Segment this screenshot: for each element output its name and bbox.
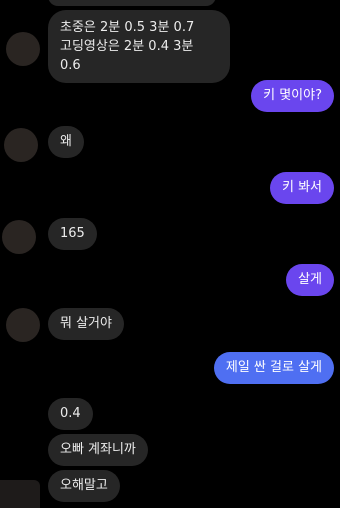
- message-text: 왜: [60, 134, 72, 149]
- message-bubble-incoming-partial: [48, 0, 216, 6]
- message-text: 165: [60, 226, 85, 241]
- message-bubble-outgoing: 키 봐서: [269, 172, 334, 204]
- message-bubble-incoming: 165: [48, 218, 97, 250]
- message-bubble-outgoing: 키 몇이야?: [251, 80, 334, 112]
- message-text: 키 봐서: [281, 180, 322, 195]
- message-bubble-outgoing: 제일 싼 걸로 살게: [213, 352, 334, 384]
- message-text: 제일 싼 걸로 살게: [225, 360, 322, 375]
- message-bubble-incoming: 초중은 2분 0.5 3분 0.7 고딩영상은 2분 0.4 3분 0.6: [48, 10, 230, 83]
- message-text: 오해말고: [60, 478, 108, 493]
- avatar[interactable]: [6, 32, 40, 66]
- avatar[interactable]: [2, 220, 36, 254]
- message-text: 초중은 2분 0.5 3분 0.7: [60, 20, 195, 35]
- message-bubble-incoming: 뭐 살거야: [48, 308, 124, 340]
- message-text: 뭐 살거야: [60, 316, 112, 331]
- message-bubble-incoming: 왜: [48, 126, 84, 158]
- message-bubble-incoming: 0.4: [48, 398, 93, 430]
- message-bubble-incoming: 오빠 계좌니까: [48, 434, 148, 466]
- message-text: 0.4: [60, 406, 81, 421]
- avatar[interactable]: [0, 480, 40, 508]
- message-bubble-incoming: 오해말고: [48, 470, 120, 502]
- chat-thread: 초중은 2분 0.5 3분 0.7 고딩영상은 2분 0.4 3분 0.6 키 …: [0, 0, 340, 508]
- avatar[interactable]: [6, 308, 40, 342]
- message-text: 키 몇이야?: [263, 88, 322, 103]
- message-text: 오빠 계좌니까: [60, 442, 136, 457]
- message-text: 살게: [298, 272, 322, 287]
- message-text: 고딩영상은 2분 0.4 3분 0.6: [60, 39, 194, 73]
- avatar[interactable]: [4, 128, 38, 162]
- message-bubble-outgoing: 살게: [286, 264, 334, 296]
